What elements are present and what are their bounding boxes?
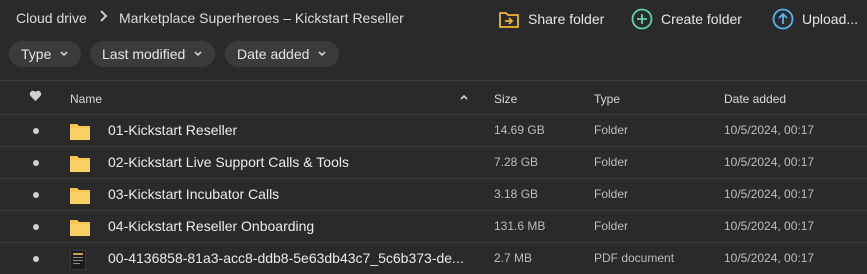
file-name: 01-Kickstart Reseller bbox=[108, 122, 238, 138]
row-bullet bbox=[33, 192, 39, 198]
upload-button[interactable]: Upload... bbox=[772, 6, 858, 32]
file-size: 131.6 MB bbox=[494, 219, 546, 233]
file-type: PDF document bbox=[594, 251, 675, 265]
column-header-name[interactable]: Name bbox=[70, 92, 102, 106]
folder-icon bbox=[70, 186, 90, 204]
sort-ascending-icon[interactable] bbox=[459, 91, 469, 105]
file-type: Folder bbox=[594, 187, 629, 201]
row-bullet bbox=[33, 160, 39, 166]
column-header-date-added[interactable]: Date added bbox=[724, 92, 786, 106]
file-size: 7.28 GB bbox=[494, 155, 539, 169]
favourite-heart-icon[interactable] bbox=[29, 90, 42, 105]
plus-circle-icon bbox=[631, 8, 653, 30]
file-name: 00-4136858-81a3-acc8-ddb8-5e63db43c7_5c6… bbox=[108, 250, 464, 266]
folder-icon bbox=[70, 154, 90, 172]
file-type: Folder bbox=[594, 155, 629, 169]
share-folder-icon bbox=[498, 8, 520, 30]
file-size: 3.18 GB bbox=[494, 187, 539, 201]
file-type: Folder bbox=[594, 123, 629, 137]
column-header-type[interactable]: Type bbox=[594, 92, 620, 106]
table-row[interactable]: 03-Kickstart Incubator Calls 3.18 GB Folde… bbox=[0, 178, 867, 210]
chevron-right-icon bbox=[99, 9, 108, 26]
file-name: 04-Kickstart Reseller Onboarding bbox=[108, 218, 315, 234]
file-date-added: 10/5/2024, 00:17 bbox=[724, 155, 815, 169]
create-folder-button[interactable]: Create folder bbox=[631, 6, 742, 32]
type-filter[interactable]: Type bbox=[9, 41, 82, 67]
upload-icon bbox=[772, 8, 794, 30]
create-folder-label: Create folder bbox=[661, 11, 742, 27]
top-bar: Cloud drive Marketplace Superheroes – Ki… bbox=[0, 0, 867, 36]
upload-label: Upload... bbox=[802, 11, 859, 27]
row-bullet bbox=[33, 256, 39, 262]
file-date-added: 10/5/2024, 00:17 bbox=[724, 251, 815, 265]
table-row[interactable]: 00-4136858-81a3-acc8-ddb8-5e63db43c7_5c6… bbox=[0, 242, 867, 274]
table-row[interactable]: 01-Kickstart Reseller 14.69 GB Folder 10/5/… bbox=[0, 114, 867, 146]
chevron-down-icon bbox=[193, 49, 203, 59]
breadcrumb-current[interactable]: Marketplace Superheroes – Kickstart Rese… bbox=[119, 10, 404, 26]
breadcrumb-root[interactable]: Cloud drive bbox=[16, 10, 87, 26]
file-name: 03-Kickstart Incubator Calls bbox=[108, 186, 280, 202]
file-date-added: 10/5/2024, 00:17 bbox=[724, 123, 815, 137]
date-added-filter-label: Date added bbox=[237, 46, 310, 62]
type-filter-label: Type bbox=[21, 46, 52, 62]
file-date-added: 10/5/2024, 00:17 bbox=[724, 219, 815, 233]
last-modified-filter[interactable]: Last modified bbox=[90, 41, 216, 67]
date-added-filter[interactable]: Date added bbox=[225, 41, 340, 67]
file-name: 02-Kickstart Live Support Calls & Tools bbox=[108, 154, 349, 170]
folder-icon bbox=[70, 218, 90, 236]
file-size: 2.7 MB bbox=[494, 251, 533, 265]
last-modified-filter-label: Last modified bbox=[102, 46, 186, 62]
file-type: Folder bbox=[594, 219, 629, 233]
file-date-added: 10/5/2024, 00:17 bbox=[724, 187, 815, 201]
folder-icon bbox=[70, 122, 90, 140]
file-size: 14.69 GB bbox=[494, 123, 545, 137]
share-folder-label: Share folder bbox=[528, 11, 605, 27]
table-row[interactable]: 02-Kickstart Live Support Calls & Tools 7… bbox=[0, 146, 867, 178]
chevron-down-icon bbox=[317, 49, 327, 59]
pdf-thumbnail-icon bbox=[69, 249, 90, 271]
table-row[interactable]: 04-Kickstart Reseller Onboarding 131.6 MB… bbox=[0, 210, 867, 242]
row-bullet bbox=[33, 224, 39, 230]
share-folder-button[interactable]: Share folder bbox=[498, 6, 604, 32]
table-header: Name Size Type Date added bbox=[0, 80, 867, 114]
chevron-down-icon bbox=[59, 49, 69, 59]
row-bullet bbox=[33, 128, 39, 134]
column-header-size[interactable]: Size bbox=[494, 92, 517, 106]
